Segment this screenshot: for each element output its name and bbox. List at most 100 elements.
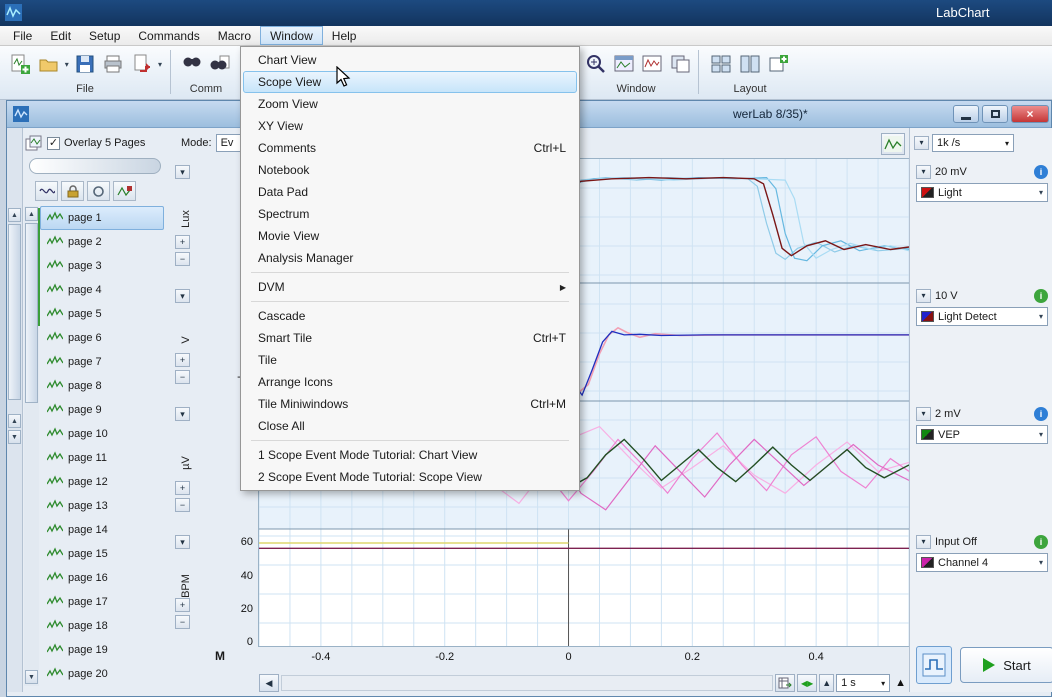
channel-scale-dropdown-icon[interactable]: ▾: [175, 535, 190, 549]
channel-scale-dropdown-icon[interactable]: ▾: [175, 165, 190, 179]
page-item[interactable]: page 12: [40, 470, 164, 494]
zoom-in-button[interactable]: +: [175, 353, 190, 367]
menu-item-arrange-icons[interactable]: Arrange Icons: [243, 371, 577, 393]
page-item[interactable]: page 1: [40, 206, 164, 230]
ring-icon[interactable]: [87, 181, 110, 201]
range-dropdown-icon[interactable]: ▾: [916, 407, 931, 421]
sample-rate-dropdown[interactable]: 1k /s ▾: [932, 134, 1014, 152]
timebase-dropdown[interactable]: 1 s ▾: [836, 674, 890, 692]
menubar-item-edit[interactable]: Edit: [41, 26, 80, 45]
wave-icon[interactable]: [35, 181, 58, 201]
menu-item-notebook[interactable]: Notebook: [243, 159, 577, 181]
menu-item-2-scope-event-mode-tutorial-scope-view[interactable]: 2 Scope Event Mode Tutorial: Scope View: [243, 466, 577, 488]
range-dropdown-icon[interactable]: ▾: [916, 289, 931, 303]
menu-item-movie-view[interactable]: Movie View: [243, 225, 577, 247]
channel-select[interactable]: VEP▾: [916, 425, 1048, 444]
start-button[interactable]: Start: [960, 647, 1052, 683]
menubar-item-commands[interactable]: Commands: [129, 26, 208, 45]
print-icon[interactable]: [101, 51, 125, 77]
scope-mode-button[interactable]: [916, 646, 952, 684]
channel-select[interactable]: Light▾: [916, 183, 1048, 202]
export-dropdown-icon[interactable]: ▾: [158, 60, 162, 69]
menu-item-1-scope-event-mode-tutorial-chart-view[interactable]: 1 Scope Event Mode Tutorial: Chart View: [243, 444, 577, 466]
page-item[interactable]: page 3: [40, 254, 164, 278]
scroll-up-icon[interactable]: ▲: [25, 207, 38, 221]
page-item[interactable]: page 2: [40, 230, 164, 254]
channel-select[interactable]: Light Detect▾: [916, 307, 1048, 326]
scroll-up-icon[interactable]: ▲: [8, 208, 21, 222]
menu-item-spectrum[interactable]: Spectrum: [243, 203, 577, 225]
mini-graph-button[interactable]: [881, 133, 905, 155]
maximize-button[interactable]: [982, 105, 1008, 123]
channel-info-icon[interactable]: i: [1034, 407, 1048, 421]
zoom-in-button[interactable]: +: [175, 481, 190, 495]
data-pad-export-icon[interactable]: [775, 674, 795, 692]
page-item[interactable]: page 8: [40, 374, 164, 398]
page-item[interactable]: page 6: [40, 326, 164, 350]
menubar-item-file[interactable]: File: [4, 26, 41, 45]
scroll-left-icon[interactable]: ◀: [259, 674, 279, 692]
marker-well[interactable]: M: [211, 649, 229, 665]
tile-grid-icon[interactable]: [708, 51, 733, 77]
find-icon[interactable]: [180, 51, 204, 77]
copy-window-icon[interactable]: [668, 51, 692, 77]
channel-info-icon[interactable]: i: [1034, 165, 1048, 179]
zoom-in-button[interactable]: +: [175, 235, 190, 249]
export-icon[interactable]: [130, 51, 154, 77]
page-item[interactable]: page 11: [40, 446, 164, 470]
find-next-icon[interactable]: [208, 51, 232, 77]
overlay-fade-slider[interactable]: [29, 158, 161, 174]
close-button[interactable]: ×: [1011, 105, 1049, 123]
menu-item-data-pad[interactable]: Data Pad: [243, 181, 577, 203]
open-dropdown-icon[interactable]: ▾: [65, 60, 69, 69]
menu-item-smart-tile[interactable]: Smart TileCtrl+T: [243, 327, 577, 349]
overlay-pages-checkbox[interactable]: ✓: [47, 137, 60, 150]
new-document-icon[interactable]: [8, 51, 32, 77]
rate-dropdown-button[interactable]: ▾: [914, 136, 929, 150]
page-item[interactable]: page 5: [40, 302, 164, 326]
menu-item-cascade[interactable]: Cascade: [243, 305, 577, 327]
page-item[interactable]: page 7: [40, 350, 164, 374]
menubar-item-help[interactable]: Help: [323, 26, 366, 45]
page-item[interactable]: page 14: [40, 518, 164, 542]
channel-scale-dropdown-icon[interactable]: ▾: [175, 289, 190, 303]
channel-select[interactable]: Channel 4▾: [916, 553, 1048, 572]
menubar-item-macro[interactable]: Macro: [209, 26, 260, 45]
scroll-thumb[interactable]: [25, 223, 38, 403]
channel-info-icon[interactable]: i: [1034, 289, 1048, 303]
overlay-pages-icon[interactable]: [25, 135, 43, 151]
chart-window-icon[interactable]: [640, 51, 664, 77]
scroll-follow-icon[interactable]: ◀▶: [797, 674, 817, 692]
spectrum-window-icon[interactable]: [612, 51, 636, 77]
save-icon[interactable]: [73, 51, 97, 77]
menu-item-close-all[interactable]: Close All: [243, 415, 577, 437]
channel-info-icon[interactable]: i: [1034, 535, 1048, 549]
zoom-out-button[interactable]: −: [175, 498, 190, 512]
page-item[interactable]: page 19: [40, 638, 164, 662]
page-item[interactable]: page 9: [40, 398, 164, 422]
menu-item-scope-view[interactable]: Scope View: [243, 71, 577, 93]
menu-item-analysis-manager[interactable]: Analysis Manager: [243, 247, 577, 269]
tile-columns-icon[interactable]: [737, 51, 762, 77]
zoom-window-icon[interactable]: [584, 51, 608, 77]
zoom-out-button[interactable]: −: [175, 615, 190, 629]
page-item[interactable]: page 20: [40, 662, 164, 686]
page-item[interactable]: page 13: [40, 494, 164, 518]
menubar-item-setup[interactable]: Setup: [80, 26, 129, 45]
page-item[interactable]: page 18: [40, 614, 164, 638]
scroll-up-icon[interactable]: ▲: [8, 414, 21, 428]
horizontal-scrollbar[interactable]: [281, 675, 773, 691]
menu-item-tile[interactable]: Tile: [243, 349, 577, 371]
range-dropdown-icon[interactable]: ▾: [916, 535, 931, 549]
menu-item-comments[interactable]: CommentsCtrl+L: [243, 137, 577, 159]
scroll-down-icon[interactable]: ▼: [25, 670, 38, 684]
page-item[interactable]: page 16: [40, 566, 164, 590]
zoom-out-button[interactable]: −: [175, 370, 190, 384]
menu-item-chart-view[interactable]: Chart View: [243, 49, 577, 71]
menu-item-xy-view[interactable]: XY View: [243, 115, 577, 137]
page-item[interactable]: page 4: [40, 278, 164, 302]
trigger-marker-icon[interactable]: ▲: [892, 677, 909, 689]
lock-icon[interactable]: [61, 181, 84, 201]
page-item[interactable]: page 15: [40, 542, 164, 566]
menu-item-dvm[interactable]: DVM▶: [243, 276, 577, 298]
